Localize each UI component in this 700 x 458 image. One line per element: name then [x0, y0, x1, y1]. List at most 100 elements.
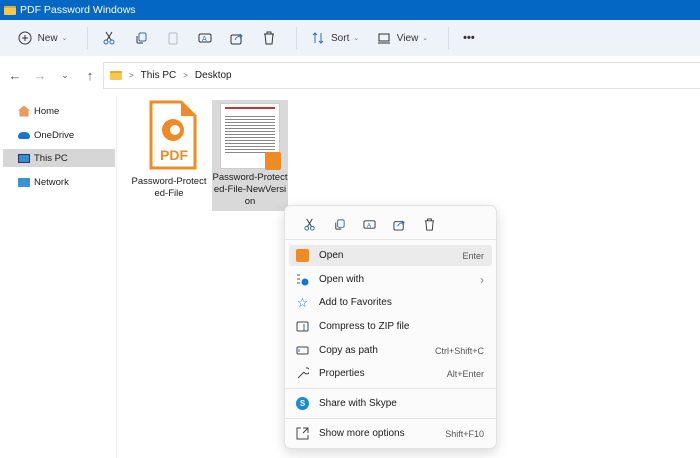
- sidebar-label: This PC: [34, 152, 68, 164]
- pdf-thumbnail: [220, 103, 281, 170]
- file-name: on: [244, 196, 256, 207]
- paste-button[interactable]: [160, 25, 186, 51]
- star-icon: ☆: [296, 294, 309, 310]
- copy-icon: [136, 32, 147, 44]
- menu-item-show-more-options[interactable]: Show more options Shift+F10: [289, 423, 492, 444]
- up-button[interactable]: ↑: [80, 68, 100, 83]
- cut-button[interactable]: [96, 25, 122, 51]
- open-with-icon: [296, 273, 309, 286]
- view-button[interactable]: View ⌄: [371, 25, 434, 51]
- delete-button[interactable]: [256, 25, 282, 51]
- sidebar-item-home[interactable]: Home: [3, 102, 115, 120]
- menu-rename-button[interactable]: A: [354, 215, 384, 233]
- breadcrumb-this-pc[interactable]: This PC: [141, 70, 177, 81]
- menu-item-open[interactable]: Open Enter: [289, 245, 492, 266]
- menu-item-open-with[interactable]: Open with ›: [289, 269, 492, 290]
- more-options-button[interactable]: •••: [457, 25, 481, 51]
- copy-icon: [334, 218, 345, 230]
- share-button[interactable]: [224, 25, 250, 51]
- menu-copy-button[interactable]: [324, 215, 354, 233]
- menu-shortcut: Alt+Enter: [446, 368, 484, 379]
- pdf-file-icon: PDF: [149, 100, 196, 170]
- share-icon: [392, 219, 405, 231]
- window-title: PDF Password Windows: [20, 4, 136, 16]
- menu-shortcut: Enter: [462, 250, 484, 261]
- title-bar: PDF Password Windows: [0, 0, 700, 20]
- menu-cut-button[interactable]: [294, 215, 324, 233]
- menu-shortcut: Ctrl+Shift+C: [434, 345, 484, 356]
- foxit-badge-icon: [265, 152, 281, 170]
- menu-item-properties[interactable]: Properties Alt+Enter: [289, 363, 492, 384]
- menu-label: Open with: [319, 274, 365, 285]
- file-item[interactable]: PDF Password-Protect ed-File: [131, 100, 207, 200]
- expand-icon: [296, 427, 309, 440]
- menu-label: Share with Skype: [319, 398, 397, 409]
- folder-icon: [4, 5, 16, 15]
- menu-item-share-skype[interactable]: S Share with Skype: [289, 393, 492, 414]
- menu-label: Open: [319, 250, 344, 261]
- scissors-icon: [103, 31, 115, 45]
- plus-circle-icon: [18, 31, 32, 45]
- svg-text:A: A: [202, 36, 207, 43]
- file-name: ed-File: [154, 188, 184, 199]
- file-item-selected[interactable]: Password-Protect ed-File-NewVersi on: [212, 100, 288, 211]
- menu-share-button[interactable]: [384, 215, 414, 233]
- menu-label: Copy as path: [319, 345, 378, 356]
- breadcrumb-desktop[interactable]: Desktop: [195, 70, 232, 81]
- path-icon: [296, 344, 309, 357]
- menu-shortcut: Shift+F10: [445, 428, 484, 439]
- trash-icon: [424, 217, 434, 231]
- menu-label: Add to Favorites: [319, 297, 392, 308]
- foxit-icon: [296, 249, 309, 262]
- share-icon: [230, 33, 244, 45]
- sidebar-label: Network: [34, 176, 69, 188]
- monitor-icon: [378, 33, 391, 44]
- wrench-icon: [296, 367, 309, 380]
- scissors-icon: [303, 218, 315, 231]
- svg-text:A: A: [366, 222, 371, 229]
- new-button[interactable]: New ⌄: [12, 25, 73, 51]
- cloud-icon: [18, 131, 30, 139]
- network-icon: [18, 177, 30, 187]
- breadcrumb-separator: >: [183, 71, 188, 80]
- sidebar-label: OneDrive: [34, 129, 75, 141]
- skype-icon: S: [296, 397, 309, 410]
- file-name: Password-Protect: [131, 176, 207, 187]
- command-bar: New ⌄ A Sort ⌄ View ⌄ •••: [0, 20, 700, 56]
- menu-delete-button[interactable]: [414, 215, 444, 233]
- svg-text:PDF: PDF: [160, 147, 188, 163]
- rename-button[interactable]: A: [192, 25, 218, 51]
- sidebar-item-onedrive[interactable]: OneDrive: [3, 126, 115, 144]
- forward-button[interactable]: →: [30, 68, 50, 83]
- recent-dropdown[interactable]: ⌄: [55, 70, 75, 81]
- clipboard-icon: [168, 32, 178, 45]
- copy-button[interactable]: [128, 25, 154, 51]
- sort-button[interactable]: Sort ⌄: [305, 25, 365, 51]
- breadcrumb-separator: >: [129, 71, 134, 80]
- menu-item-copy-as-path[interactable]: Copy as path Ctrl+Shift+C: [289, 340, 492, 361]
- home-icon: [18, 105, 30, 117]
- menu-label: Show more options: [319, 428, 405, 439]
- sort-label: Sort: [331, 32, 350, 44]
- sort-icon: [313, 32, 324, 44]
- new-label: New: [37, 32, 58, 44]
- menu-item-add-to-favorites[interactable]: ☆ Add to Favorites: [289, 292, 492, 313]
- sidebar-label: Home: [34, 105, 60, 117]
- chevron-right-icon: ›: [480, 272, 484, 287]
- zip-folder-icon: [296, 320, 309, 333]
- menu-label: Properties: [319, 368, 365, 379]
- view-label: View: [396, 32, 419, 44]
- address-bar[interactable]: > This PC > Desktop: [103, 62, 700, 89]
- menu-label: Compress to ZIP file: [319, 321, 410, 332]
- rename-icon: A: [198, 33, 212, 43]
- computer-icon: [18, 153, 30, 163]
- menu-item-compress-zip[interactable]: Compress to ZIP file: [289, 316, 492, 337]
- back-button[interactable]: ←: [5, 68, 25, 83]
- folder-icon: [110, 71, 122, 80]
- sidebar-item-network[interactable]: Network: [3, 173, 115, 191]
- sidebar: Home OneDrive This PC Network: [0, 96, 117, 458]
- rename-icon: A: [362, 219, 376, 229]
- context-menu: A Open Enter Open with › ☆ Add to Favorites…: [284, 205, 497, 449]
- file-name: Password-Protect: [212, 172, 288, 183]
- sidebar-item-this-pc[interactable]: This PC: [3, 149, 115, 167]
